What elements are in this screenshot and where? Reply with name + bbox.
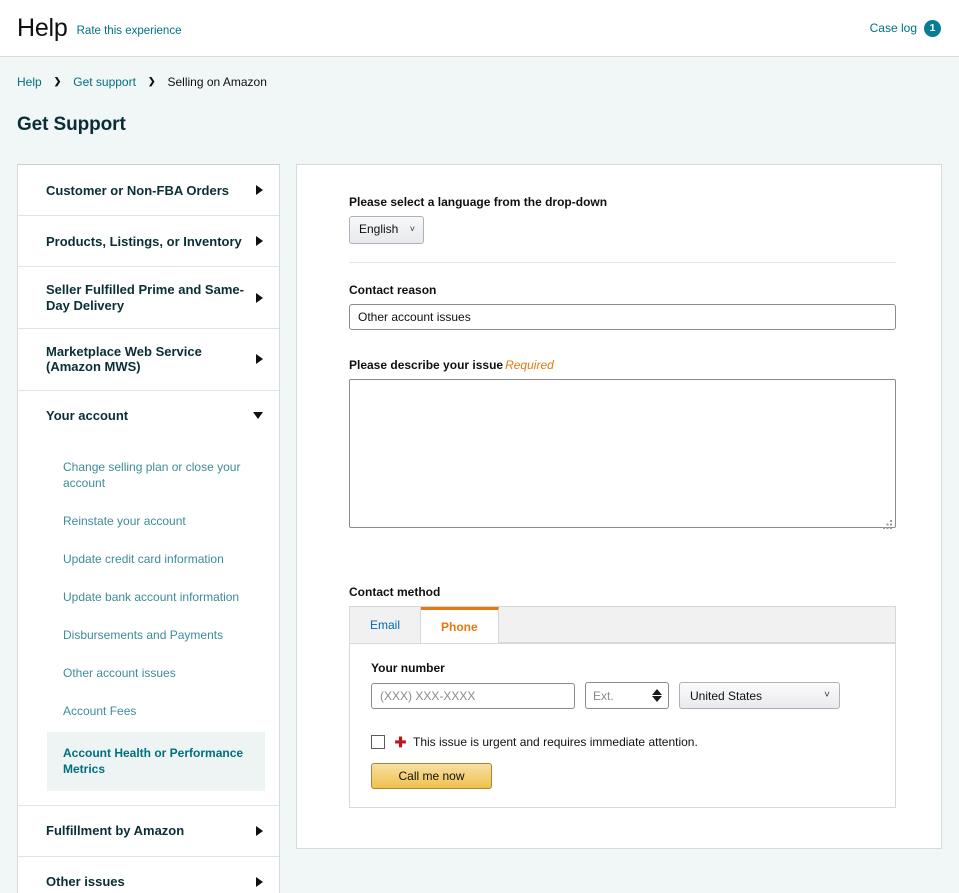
call-me-now-button[interactable]: Call me now: [371, 763, 492, 790]
chevron-down-icon: [253, 412, 263, 420]
contact-method-tabbox: Email Phone Your number (XXX) XXX-XXXX E…: [349, 606, 896, 809]
sidebar-item-label: Fulfillment by Amazon: [46, 822, 185, 838]
tab-email[interactable]: Email: [350, 607, 422, 644]
sidebar-section-customer-orders: Customer or Non-FBA Orders: [18, 165, 279, 217]
sidebar-subitem-account-health-performance[interactable]: Account Health or Performance Metrics: [47, 732, 265, 791]
phone-tab-panel: Your number United State: [350, 644, 895, 807]
sidebar-subitem-update-bank-account[interactable]: Update bank account information: [18, 578, 279, 616]
case-log-count-badge: 1: [924, 19, 941, 37]
sidebar-subitem-change-selling-plan[interactable]: Change selling plan or close your accoun…: [18, 448, 279, 502]
sidebar-subitem-reinstate-account[interactable]: Reinstate your account: [18, 502, 279, 540]
sidebar-item-label: Customer or Non-FBA Orders: [46, 182, 229, 198]
sidebar-item-label: Marketplace Web Service (Amazon MWS): [46, 344, 202, 375]
sidebar-item-marketplace-web-service[interactable]: Marketplace Web Service (Amazon MWS): [18, 329, 279, 390]
extension-field-wrapper: [585, 682, 669, 710]
top-bar-right: Case log 1: [870, 19, 941, 37]
urgent-issue-row: This issue is urgent and requires immedi…: [371, 735, 895, 750]
sidebar-item-fulfillment-by-amazon[interactable]: Fulfillment by Amazon: [18, 806, 279, 856]
required-tag: Required: [505, 358, 554, 373]
sidebar-item-seller-fulfilled-prime[interactable]: Seller Fulfilled Prime and Same-Day Deli…: [18, 267, 279, 328]
describe-issue-label: Please describe your issue Required: [349, 358, 896, 372]
breadcrumb-separator: ❯: [53, 75, 62, 86]
form-divider: [349, 262, 896, 264]
chevron-right-icon: [256, 292, 263, 303]
stepper-up-icon[interactable]: [652, 689, 662, 696]
sidebar-item-products-listings[interactable]: Products, Listings, or Inventory: [18, 216, 279, 266]
language-label: Please select a language from the drop-d…: [349, 195, 608, 210]
sidebar-item-label: Your account: [46, 408, 129, 424]
breadcrumb-item-get-support[interactable]: Get support: [73, 75, 136, 89]
country-select[interactable]: United States: [679, 682, 840, 710]
contact-reason-label: Contact reason: [349, 283, 437, 298]
tabstrip-filler: [498, 607, 895, 644]
sidebar-section-marketplace-web-service: Marketplace Web Service (Amazon MWS): [18, 329, 279, 391]
sidebar-item-label: Seller Fulfilled Prime and Same-Day Deli…: [46, 282, 244, 313]
breadcrumb-item-selling-on-amazon: Selling on Amazon: [167, 75, 267, 89]
sidebar-subitem-update-credit-card[interactable]: Update credit card information: [18, 540, 279, 578]
phone-number-input[interactable]: [371, 682, 575, 709]
your-number-label: Your number: [371, 661, 445, 676]
extension-input[interactable]: [586, 687, 644, 704]
urgent-issue-label: This issue is urgent and requires immedi…: [413, 735, 698, 750]
contact-method-tabstrip: Email Phone: [350, 607, 895, 645]
tab-phone[interactable]: Phone: [421, 607, 499, 644]
describe-issue-wrapper: [349, 379, 896, 533]
app-title: Help: [17, 13, 68, 42]
chevron-right-icon: [256, 825, 263, 836]
language-select[interactable]: English: [349, 216, 424, 245]
sidebar-section-fulfillment-by-amazon: Fulfillment by Amazon: [18, 806, 279, 857]
sidebar-section-seller-fulfilled-prime: Seller Fulfilled Prime and Same-Day Deli…: [18, 267, 279, 330]
urgent-checkbox[interactable]: [371, 735, 385, 750]
breadcrumb-separator: ❯: [147, 75, 156, 86]
breadcrumb-item-help[interactable]: Help: [17, 75, 42, 89]
top-bar: Help Rate this experience Case log 1: [0, 0, 959, 57]
chevron-right-icon: [256, 236, 263, 247]
describe-issue-label-text: Please describe your issue: [349, 358, 504, 373]
country-select-wrapper: United States ˅: [679, 682, 840, 710]
sidebar-subitem-disbursements-payments[interactable]: Disbursements and Payments: [18, 616, 279, 654]
page-layout: Customer or Non-FBA Orders Products, Lis…: [0, 148, 959, 893]
breadcrumb: Help ❯ Get support ❯ Selling on Amazon: [0, 57, 959, 89]
sidebar-section-your-account: Your account Change selling plan or clos…: [18, 391, 279, 806]
chevron-right-icon: [256, 876, 263, 887]
main-content-panel: Please select a language from the drop-d…: [296, 164, 942, 850]
sidebar-subitem-account-fees[interactable]: Account Fees: [18, 692, 279, 730]
sidebar-item-label: Products, Listings, or Inventory: [46, 233, 242, 249]
rate-experience-link[interactable]: Rate this experience: [77, 25, 182, 37]
chevron-right-icon: [256, 185, 263, 196]
page-title: Get Support: [17, 113, 126, 135]
medical-cross-icon: [395, 736, 406, 747]
chevron-right-icon: [256, 354, 263, 365]
contact-method-label: Contact method: [349, 585, 441, 600]
support-form: Please select a language from the drop-d…: [349, 195, 896, 848]
language-select-wrapper: English ˅: [349, 216, 424, 245]
case-log-link[interactable]: Case log: [870, 21, 917, 35]
extension-stepper[interactable]: [652, 689, 662, 703]
sidebar: Customer or Non-FBA Orders Products, Lis…: [17, 164, 280, 893]
sidebar-sublist-your-account: Change selling plan or close your accoun…: [18, 441, 279, 805]
sidebar-item-customer-orders[interactable]: Customer or Non-FBA Orders: [18, 165, 279, 215]
phone-number-row: United States ˅: [371, 682, 895, 710]
sidebar-section-products-listings: Products, Listings, or Inventory: [18, 216, 279, 268]
sidebar-item-your-account[interactable]: Your account: [18, 391, 279, 441]
sidebar-item-label: Other issues: [46, 873, 125, 889]
describe-issue-textarea[interactable]: [349, 379, 896, 529]
sidebar-subitem-other-account-issues[interactable]: Other account issues: [18, 654, 279, 692]
contact-reason-input[interactable]: [349, 304, 896, 331]
stepper-down-icon[interactable]: [652, 696, 662, 703]
sidebar-section-other-issues: Other issues: [18, 857, 279, 893]
sidebar-item-other-issues[interactable]: Other issues: [18, 857, 279, 893]
